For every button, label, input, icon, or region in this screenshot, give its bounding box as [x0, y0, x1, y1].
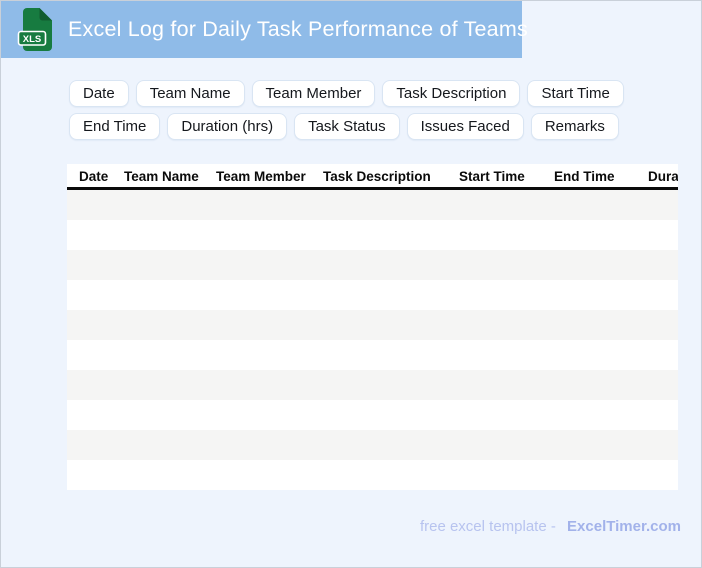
- field-chip[interactable]: Task Status: [294, 113, 400, 140]
- field-chip-list: Date Team Name Team Member Task Description…: [69, 80, 679, 140]
- table-row: [67, 310, 678, 340]
- table-row: [67, 460, 678, 490]
- column-header: Task Description: [323, 169, 431, 184]
- field-chip[interactable]: Team Name: [135, 80, 245, 107]
- table-header-row: Date Team Name Team Member Task Description…: [67, 164, 678, 190]
- field-chip[interactable]: Start Time: [527, 80, 624, 107]
- page-title: Excel Log for Daily Task Performance of …: [68, 17, 528, 41]
- column-header: Team Name: [124, 169, 199, 184]
- footer-credit: free excel template - ExcelTimer.com: [420, 518, 681, 535]
- field-chip[interactable]: Issues Faced: [406, 113, 524, 140]
- field-chip[interactable]: Duration (hrs): [167, 113, 288, 140]
- table-row: [67, 250, 678, 280]
- table-row: [67, 400, 678, 430]
- table-row: [67, 190, 678, 220]
- field-chip[interactable]: Task Description: [382, 80, 521, 107]
- table-row: [67, 430, 678, 460]
- table-row: [67, 220, 678, 250]
- xls-icon-label: XLS: [23, 34, 41, 45]
- table-body: [67, 190, 678, 490]
- column-header: Start Time: [459, 169, 525, 184]
- field-chip[interactable]: Team Member: [251, 80, 376, 107]
- field-chip[interactable]: Remarks: [530, 113, 619, 140]
- footer-text: free excel template -: [419, 518, 556, 535]
- column-header: Date: [79, 169, 109, 184]
- xls-file-icon: XLS: [17, 8, 52, 51]
- header-bar: XLS Excel Log for Daily Task Performance…: [1, 1, 528, 58]
- table-row: [67, 370, 678, 400]
- column-header: Team Member: [216, 169, 306, 184]
- field-chip[interactable]: End Time: [69, 113, 161, 140]
- page: XLS Excel Log for Daily Task Performance…: [0, 0, 702, 568]
- table-row: [67, 280, 678, 310]
- field-chip[interactable]: Date: [69, 80, 129, 107]
- task-log-table: Date Team Name Team Member Task Description…: [67, 164, 678, 490]
- column-header: End Time: [554, 169, 615, 184]
- column-header: Duration (hrs): [648, 169, 678, 184]
- footer-brand-link[interactable]: ExcelTimer.com: [567, 518, 681, 535]
- table-row: [67, 340, 678, 370]
